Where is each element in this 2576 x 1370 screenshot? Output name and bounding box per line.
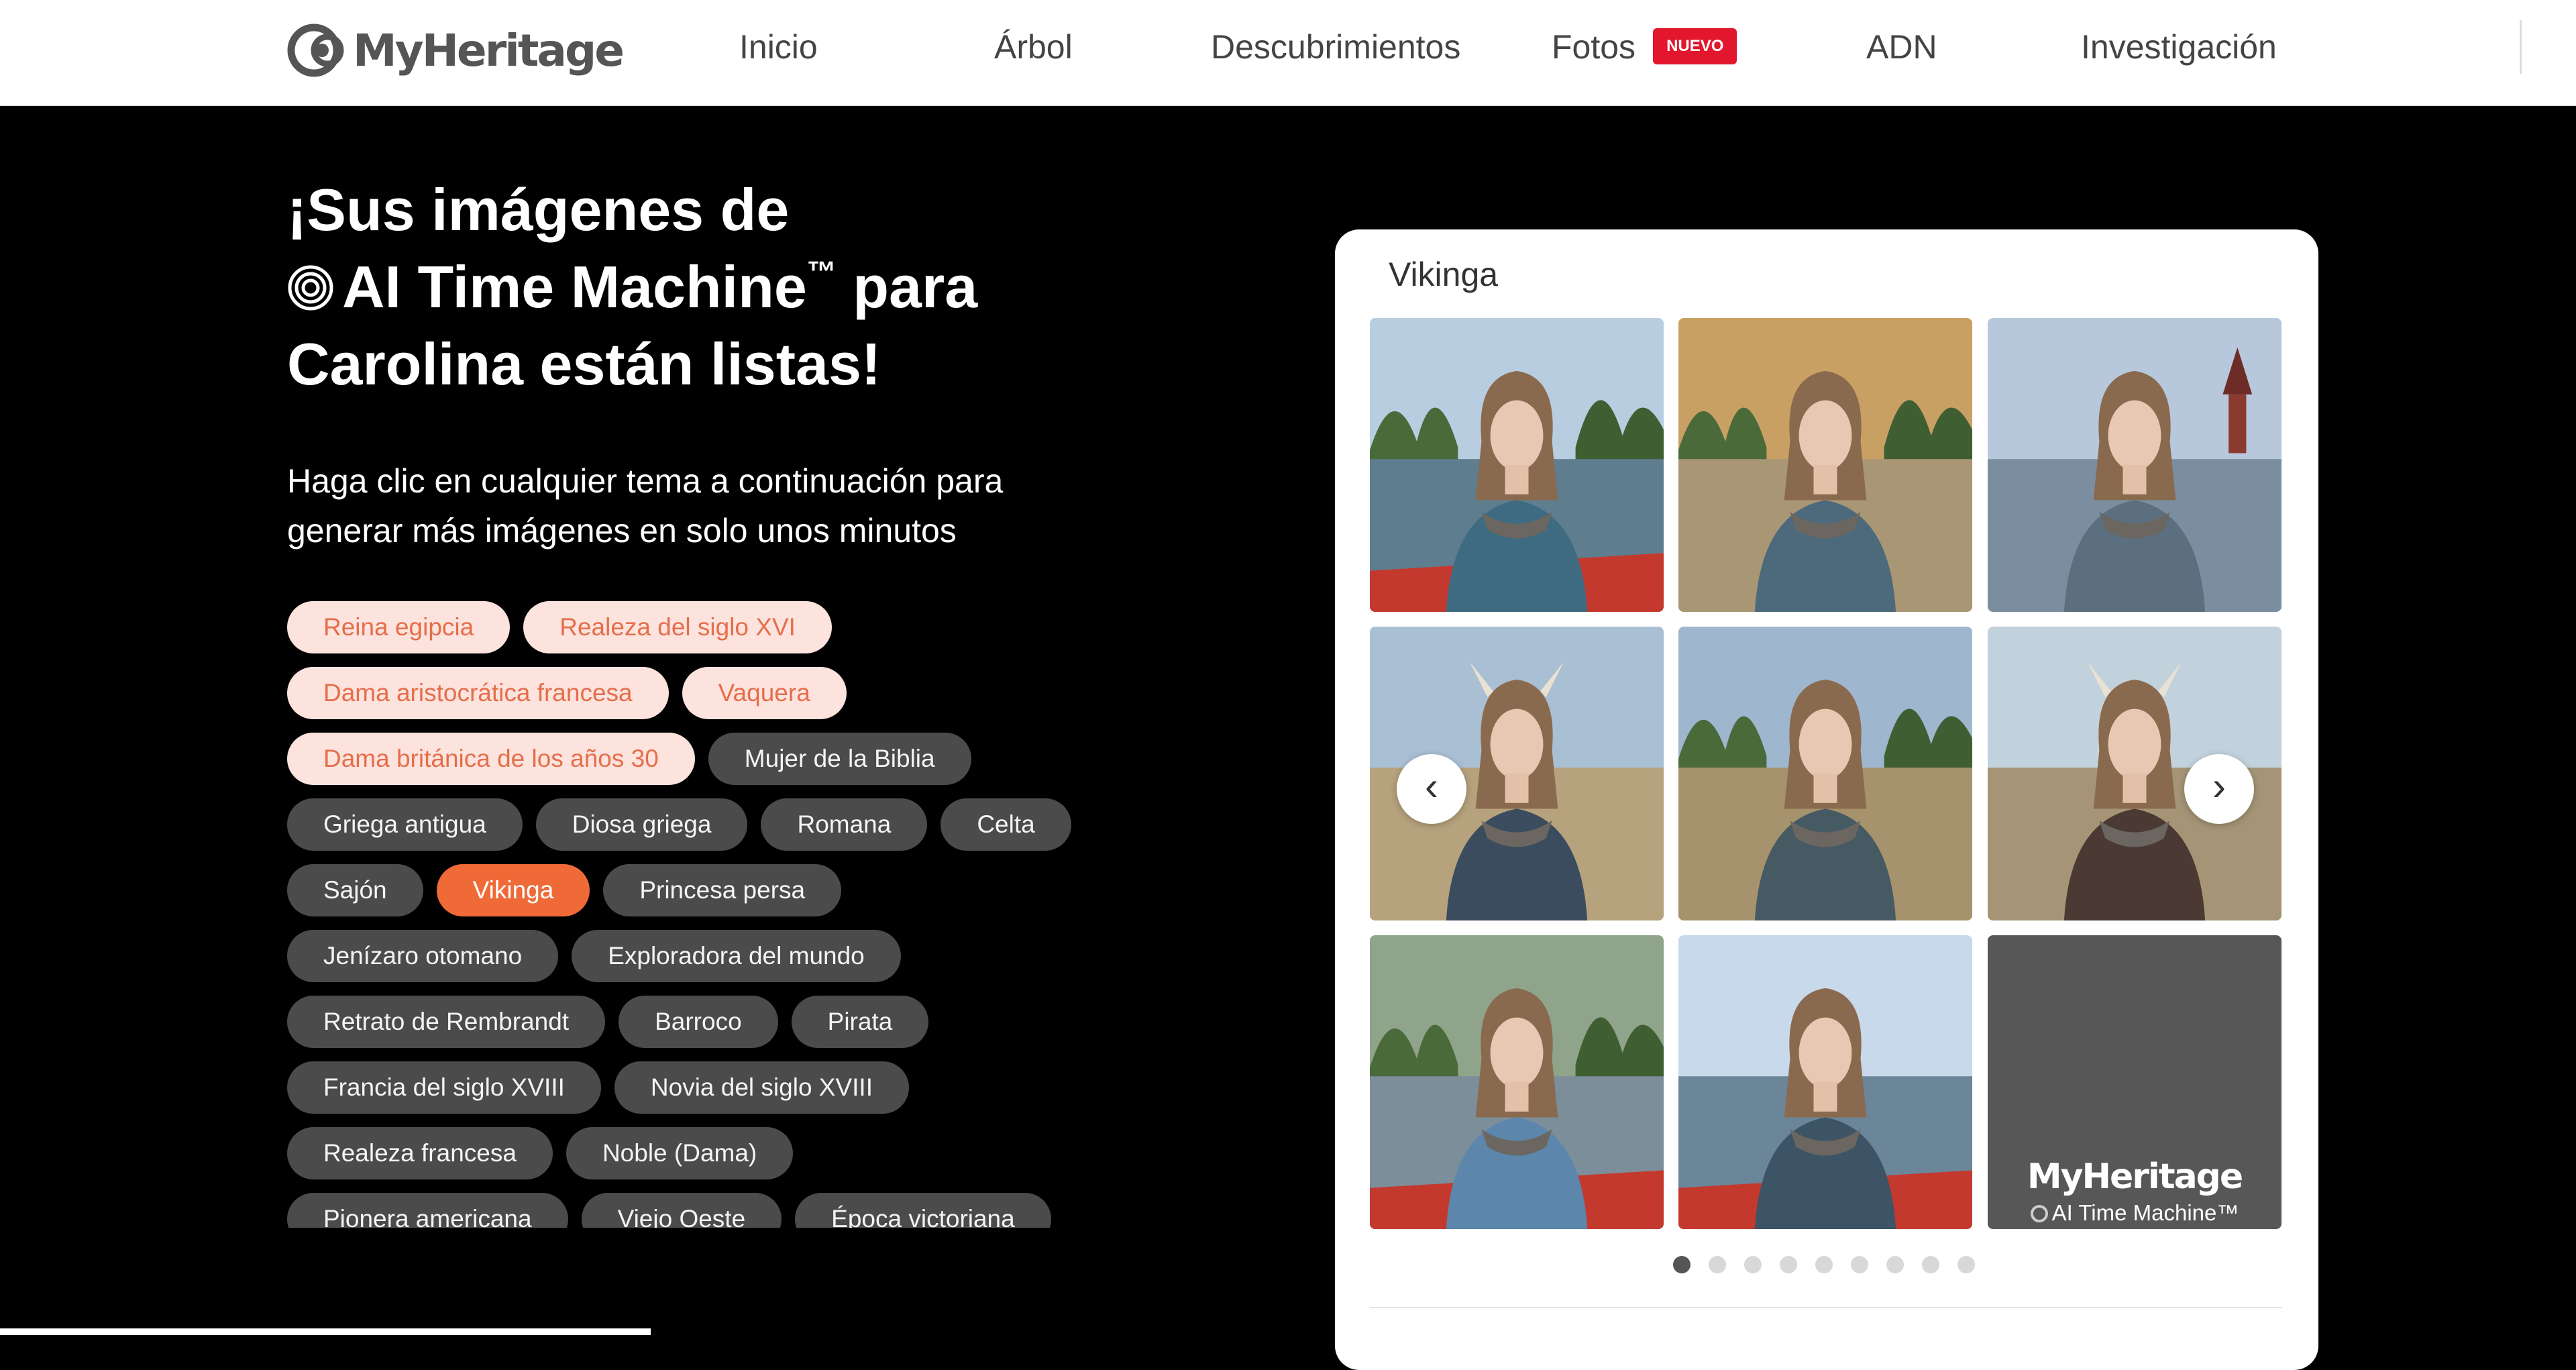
theme-chip[interactable]: Reina egipcia [287,601,511,653]
theme-chip[interactable]: Barroco [619,996,778,1048]
logo-text: MyHeritage [353,24,625,76]
gallery-card: Vikinga MyHeritage AI Time Machine™ ‹ › [1335,229,2318,1370]
theme-chip-list: Reina egipcia Realeza del siglo XVI Dama a… [287,601,1119,1228]
carousel-dot[interactable] [1744,1256,1762,1273]
theme-chip[interactable]: Mujer de la Biblia [708,733,971,785]
carousel-dots [1673,1256,1975,1273]
gallery-photo[interactable] [1988,318,2282,612]
theme-chip-row: Retrato de Rembrandt Barroco Pirata [287,996,1119,1048]
brand-tile-name: MyHeritage [2027,1157,2243,1197]
theme-chip[interactable]: Jenízaro otomano [287,930,559,982]
card-divider [1370,1307,2282,1308]
theme-chip-row: Pionera americana Viejo Oeste Época victor… [287,1193,1119,1228]
top-navigation-bar: MyHeritage Inicio Árbol Descubrimientos … [0,0,2576,106]
theme-chip[interactable]: Dama aristocrática francesa [287,667,669,719]
theme-chip[interactable]: Viejo Oeste [581,1193,782,1228]
carousel-dot[interactable] [1709,1256,1726,1273]
carousel-dot[interactable] [1780,1256,1797,1273]
gallery-photo[interactable] [1370,935,1664,1229]
brand-tile-sub-text: AI Time Machine™ [2051,1200,2239,1225]
theme-chip[interactable]: Romana [761,798,928,851]
nav-fotos[interactable]: Fotos NUEVO [1552,27,1737,68]
theme-chip-row: Sajón Vikinga Princesa persa [287,864,1119,916]
gallery-photo[interactable] [1678,318,1972,612]
gallery-photo[interactable] [1370,318,1664,612]
gallery-photo[interactable] [1678,627,1972,920]
time-machine-spiral-icon [287,252,334,311]
theme-chip[interactable]: Princesa persa [603,864,842,916]
nav-arbol[interactable]: Árbol [994,27,1073,67]
prev-arrow-button[interactable]: ‹ [1397,754,1466,824]
page-title: ¡Sus imágenes de AI Time Machine™ para C… [287,171,1092,403]
nav-fotos-label: Fotos [1552,28,1636,66]
theme-chip[interactable]: Diosa griega [535,798,748,851]
brand-tile-sub: AI Time Machine™ [1988,1200,2282,1226]
headline-brand: AI Time Machine [342,254,807,320]
theme-chip-row: Jenízaro otomano Exploradora del mundo [287,930,1119,982]
myheritage-logo[interactable]: MyHeritage [287,20,625,81]
subtitle: Haga clic en cualquier tema a continuaci… [287,462,1004,549]
gallery-photo[interactable] [1678,935,1972,1229]
trademark-symbol: ™ [806,256,837,288]
theme-chip[interactable]: Exploradora del mundo [572,930,901,982]
headline-line1: ¡Sus imágenes de [287,176,790,243]
theme-chip-row: Reina egipcia Realeza del siglo XVI [287,601,1119,653]
theme-chip[interactable]: Noble (Dama) [566,1127,794,1179]
theme-chip[interactable]: Vaquera [682,667,847,719]
next-arrow-button[interactable]: › [2184,754,2254,824]
gallery-title: Vikinga [1389,256,1499,293]
carousel-dot[interactable] [1886,1256,1904,1273]
theme-chip[interactable]: Vikinga [436,864,590,916]
theme-chip[interactable]: Dama británica de los años 30 [287,733,695,785]
carousel-dot[interactable] [1673,1256,1690,1273]
theme-chip-row: Dama aristocrática francesa Vaquera [287,667,1119,719]
theme-chip-row: Dama británica de los años 30 Mujer de la… [287,733,1119,785]
carousel-dot[interactable] [1851,1256,1868,1273]
carousel-dot[interactable] [1815,1256,1833,1273]
theme-chip[interactable]: Realeza del siglo XVI [523,601,832,653]
theme-chip-row: Francia del siglo XVIII Novia del siglo X… [287,1061,1119,1114]
theme-chip[interactable]: Pionera americana [287,1193,568,1228]
header-divider [2520,20,2522,74]
carousel-dot[interactable] [1957,1256,1975,1273]
nav-descubrimientos[interactable]: Descubrimientos [1211,27,1460,67]
time-machine-spiral-icon [2030,1205,2048,1222]
theme-chip[interactable]: Novia del siglo XVIII [614,1061,909,1114]
myheritage-logo-icon [287,23,344,77]
nav-inicio[interactable]: Inicio [739,27,818,67]
headline-line3: Carolina están listas! [287,331,881,397]
theme-chip[interactable]: Pirata [791,996,929,1048]
theme-chip[interactable]: Celta [941,798,1071,851]
headline-tail: para [836,254,978,320]
theme-chip[interactable]: Retrato de Rembrandt [287,996,606,1048]
nav-investigacion[interactable]: Investigación [2081,27,2277,67]
brand-tile: MyHeritage AI Time Machine™ [1988,935,2282,1229]
theme-chip[interactable]: Griega antigua [287,798,523,851]
new-badge: NUEVO [1653,28,1737,64]
theme-chip-row: Griega antigua Diosa griega Romana Celta [287,798,1119,851]
theme-chip[interactable]: Época victoriana [795,1193,1051,1228]
theme-chip-row: Realeza francesa Noble (Dama) [287,1127,1119,1179]
nav-adn[interactable]: ADN [1866,27,1937,67]
horizontal-scrollbar[interactable] [0,1328,651,1335]
theme-chip[interactable]: Realeza francesa [287,1127,553,1179]
theme-chip[interactable]: Sajón [287,864,423,916]
carousel-dot[interactable] [1922,1256,1939,1273]
theme-chip[interactable]: Francia del siglo XVIII [287,1061,601,1114]
